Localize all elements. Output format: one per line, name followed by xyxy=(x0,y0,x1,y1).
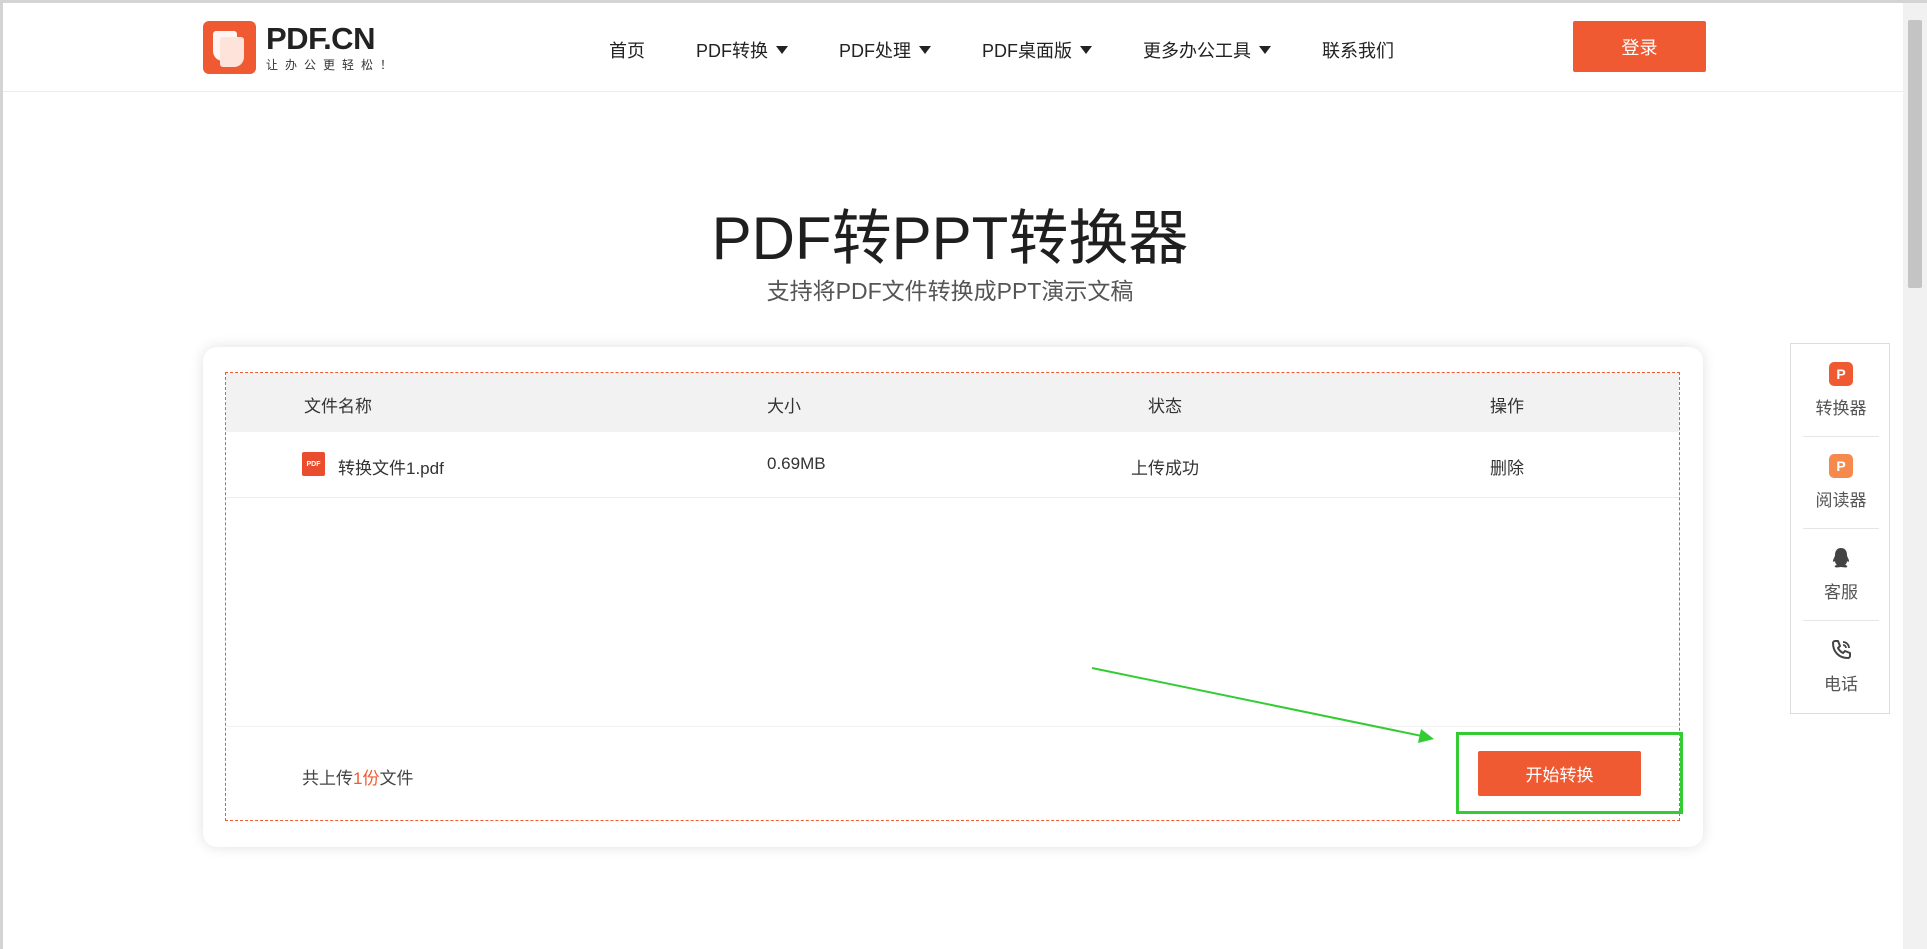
side-item-phone[interactable]: 电话 xyxy=(1803,620,1879,712)
file-name: 转换文件1.pdf xyxy=(338,459,444,478)
page-subtitle: 支持将PDF文件转换成PPT演示文稿 xyxy=(766,278,1134,304)
scrollbar-thumb[interactable] xyxy=(1908,20,1922,288)
nav-contact[interactable]: 联系我们 xyxy=(1322,37,1394,63)
col-status: 状态 xyxy=(1148,397,1182,416)
reader-icon: P xyxy=(1829,454,1853,478)
main-nav: 首页 PDF转换 PDF处理 PDF桌面版 更多办公工具 联系我们 xyxy=(609,37,1445,63)
page-title: PDF转PPT转换器 xyxy=(711,205,1189,272)
site-logo[interactable]: PDF.CN 让办公更轻松！ xyxy=(203,21,399,74)
caret-down-icon xyxy=(776,46,788,54)
qq-icon xyxy=(1833,548,1849,568)
upload-count: 共上传1份文件 xyxy=(302,769,414,788)
annotation-highlight-box xyxy=(1456,732,1683,814)
file-size: 0.69MB xyxy=(767,454,826,473)
vertical-scrollbar[interactable] xyxy=(1903,3,1927,949)
col-filename: 文件名称 xyxy=(304,397,372,416)
logo-slogan: 让办公更轻松！ xyxy=(266,57,400,72)
login-button[interactable]: 登录 xyxy=(1573,21,1706,72)
side-item-converter[interactable]: P 转换器 xyxy=(1803,344,1879,436)
site-header: PDF.CN 让办公更轻松！ 首页 PDF转换 PDF处理 PDF桌面版 更多办… xyxy=(3,3,1903,92)
nav-home[interactable]: 首页 xyxy=(609,37,645,63)
logo-icon xyxy=(203,21,256,74)
file-status: 上传成功 xyxy=(1131,459,1199,478)
side-panel: P 转换器 P 阅读器 客服 电话 xyxy=(1790,343,1890,714)
table-header: 文件名称 大小 状态 操作 xyxy=(226,373,1679,432)
nav-pdf-convert[interactable]: PDF转换 xyxy=(696,37,788,63)
delete-link[interactable]: 删除 xyxy=(1490,454,1524,479)
caret-down-icon xyxy=(1259,46,1271,54)
side-item-reader[interactable]: P 阅读器 xyxy=(1803,436,1879,528)
caret-down-icon xyxy=(1080,46,1092,54)
nav-pdf-desktop[interactable]: PDF桌面版 xyxy=(982,37,1092,63)
nav-pdf-process[interactable]: PDF处理 xyxy=(839,37,931,63)
phone-icon xyxy=(1832,640,1851,659)
side-item-support[interactable]: 客服 xyxy=(1803,528,1879,620)
nav-more-tools[interactable]: 更多办公工具 xyxy=(1143,37,1271,63)
col-size: 大小 xyxy=(767,397,801,416)
logo-title: PDF.CN xyxy=(266,20,375,56)
converter-icon: P xyxy=(1829,361,1853,386)
col-action: 操作 xyxy=(1490,397,1524,416)
table-row: PDF 转换文件1.pdf 0.69MB 上传成功 删除 xyxy=(226,432,1679,498)
caret-down-icon xyxy=(919,46,931,54)
pdf-file-icon: PDF xyxy=(302,452,325,476)
